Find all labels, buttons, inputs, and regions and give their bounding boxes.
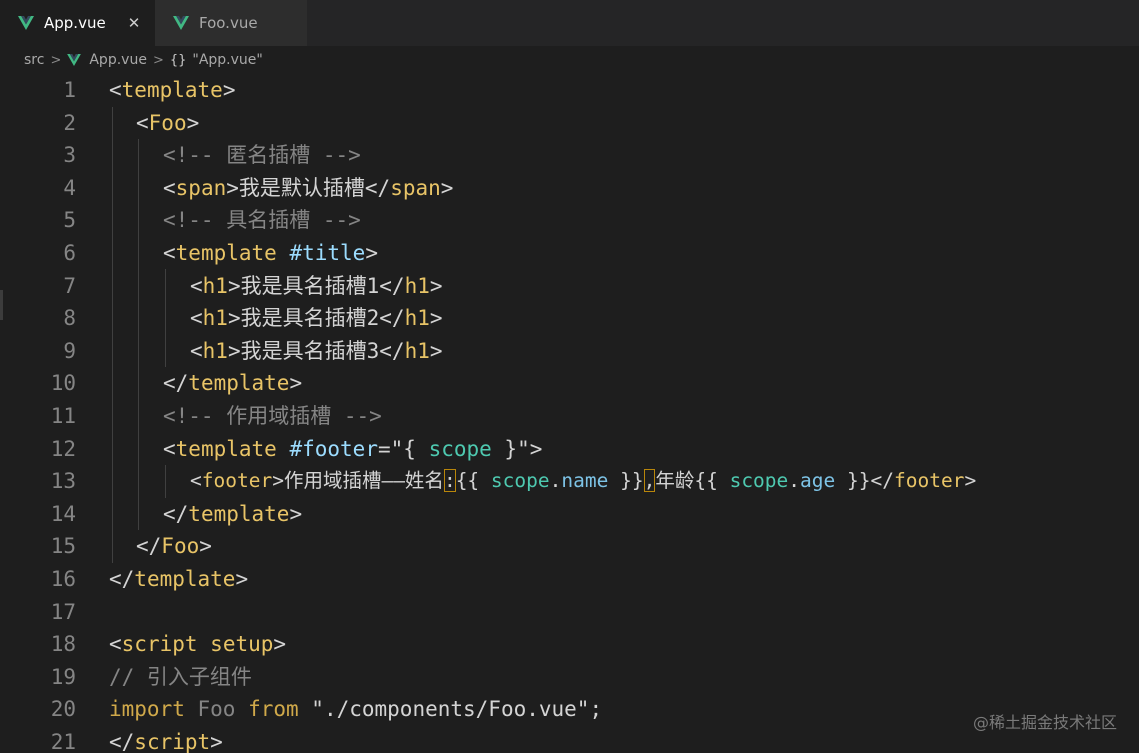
code-line: 13 <footer>作用域插槽——姓名:{{ scope.name }},年龄… <box>0 465 1139 498</box>
line-number: 5 <box>63 208 76 233</box>
line-number: 15 <box>50 534 76 559</box>
code-line: 17 <box>0 596 1139 629</box>
line-code: </template> <box>109 567 249 591</box>
vue-file-icon <box>173 16 189 30</box>
code-line: 10 </template> <box>0 367 1139 400</box>
line-code: </template> <box>163 501 303 526</box>
code-line: 6 <template #title> <box>0 237 1139 270</box>
line-number: 13 <box>50 469 76 494</box>
code-line: 16 </template> <box>0 563 1139 596</box>
code-line: 2 <Foo> <box>0 107 1139 140</box>
line-number: 4 <box>63 175 76 200</box>
code-line: 8 <h1>我是具名插槽2</h1> <box>0 302 1139 335</box>
line-code: <template #footer="{ scope }"> <box>163 436 543 461</box>
line-code: <!-- 作用域插槽 --> <box>163 404 382 428</box>
line-code: <h1>我是具名插槽2</h1> <box>190 306 443 331</box>
line-code: </template> <box>163 371 303 396</box>
close-icon[interactable]: ✕ <box>125 14 143 32</box>
line-number: 1 <box>63 78 76 102</box>
watermark: @稀土掘金技术社区 <box>972 713 1117 732</box>
vue-file-icon <box>18 16 34 30</box>
highlight-box: : <box>443 469 456 493</box>
code-line: 7 <h1>我是具名插槽1</h1> <box>0 270 1139 303</box>
line-code: <h1>我是具名插槽1</h1> <box>190 273 443 298</box>
code-line: 21 </script> <box>0 726 1139 753</box>
line-number: 11 <box>50 404 76 428</box>
line-code: <template> <box>109 78 236 102</box>
line-code: <!-- 匿名插槽 --> <box>163 143 361 168</box>
line-number: 6 <box>63 241 76 265</box>
line-code: </Foo> <box>136 534 212 559</box>
line-code: <h1>我是具名插槽3</h1> <box>190 338 443 363</box>
tab-foo-vue[interactable]: Foo.vue <box>155 0 307 46</box>
line-number: 2 <box>63 110 76 135</box>
line-number: 20 <box>50 697 76 722</box>
code-line: 20 import Foo from "./components/Foo.vue… <box>0 693 1139 726</box>
code-line: 5 <!-- 具名插槽 --> <box>0 204 1139 237</box>
chevron-right-icon: > <box>50 52 62 68</box>
line-code: <!-- 具名插槽 --> <box>163 208 361 233</box>
code-line: 4 <span>我是默认插槽</span> <box>0 172 1139 205</box>
line-code: // 引入子组件 <box>109 664 252 689</box>
code-line: 12 <template #footer="{ scope }"> <box>0 433 1139 466</box>
tab-bar: App.vue ✕ Foo.vue <box>0 0 1139 46</box>
line-number: 19 <box>50 664 76 689</box>
tab-app-vue[interactable]: App.vue ✕ <box>0 0 155 46</box>
tab-label: Foo.vue <box>199 14 258 32</box>
line-number: 14 <box>50 501 76 526</box>
line-number: 17 <box>50 599 76 624</box>
vue-file-icon <box>67 54 82 66</box>
line-code: <span>我是默认插槽</span> <box>163 175 454 200</box>
code-line: 11 <!-- 作用域插槽 --> <box>0 400 1139 433</box>
code-editor[interactable]: 1 <template> 2 <Foo> 3 <!-- 匿名插槽 --> 4 <… <box>0 74 1139 753</box>
line-number: 16 <box>50 567 76 591</box>
code-line: 19 // 引入子组件 <box>0 661 1139 694</box>
line-number: 7 <box>63 273 76 298</box>
braces-icon: {} <box>169 52 187 68</box>
line-number: 12 <box>50 436 76 461</box>
highlight-box: , <box>643 469 656 493</box>
tab-label: App.vue <box>44 14 106 32</box>
line-code: <Foo> <box>136 110 200 135</box>
line-code: </script> <box>109 730 223 753</box>
code-line: 15 </Foo> <box>0 530 1139 563</box>
chevron-right-icon: > <box>152 52 164 68</box>
line-number: 10 <box>50 371 76 396</box>
line-code: <footer>作用域插槽——姓名:{{ scope.name }},年龄{{ … <box>190 469 977 493</box>
code-line: 18 <script setup> <box>0 628 1139 661</box>
breadcrumb-file[interactable]: App.vue <box>89 52 147 68</box>
line-number: 8 <box>63 306 76 331</box>
line-code: <template #title> <box>163 241 378 265</box>
code-line: 9 <h1>我是具名插槽3</h1> <box>0 335 1139 368</box>
line-code: <script setup> <box>109 632 287 657</box>
line-number: 18 <box>50 632 76 657</box>
breadcrumb-symbol[interactable]: "App.vue" <box>192 52 262 68</box>
breadcrumb-folder[interactable]: src <box>24 52 44 68</box>
code-line: 3 <!-- 匿名插槽 --> <box>0 139 1139 172</box>
line-number: 21 <box>50 730 76 753</box>
breadcrumb: src > App.vue > {} "App.vue" <box>0 46 1139 74</box>
code-line: 1 <template> <box>0 74 1139 107</box>
line-code: import Foo from "./components/Foo.vue"; <box>109 697 603 722</box>
line-number: 3 <box>63 143 76 168</box>
line-number: 9 <box>63 338 76 363</box>
code-line: 14 </template> <box>0 498 1139 531</box>
